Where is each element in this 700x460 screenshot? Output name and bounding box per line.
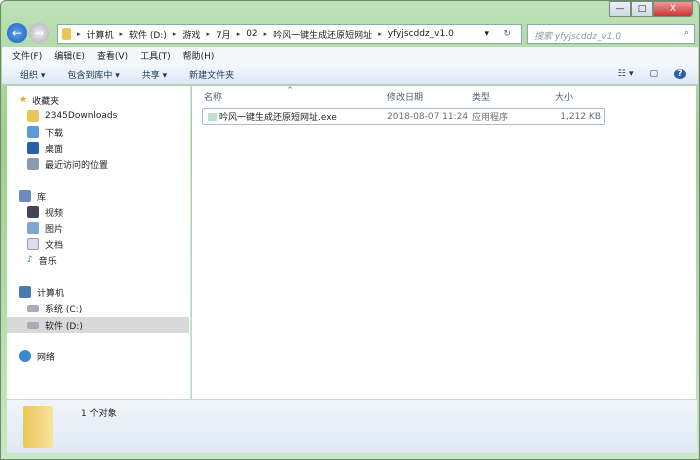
sidebar-item-desktop[interactable]: 桌面 [27,140,63,156]
refresh-icon[interactable]: ↻ [503,29,511,39]
music-icon: ♪ [27,255,33,265]
exe-icon [208,112,217,121]
library-icon [19,190,31,202]
sidebar-item-recent[interactable]: 最近访问的位置 [27,156,108,172]
column-header-name[interactable]: 名称 [204,90,222,103]
minimize-button[interactable]: — [609,1,631,17]
sidebar-computer[interactable]: 计算机 [19,284,64,300]
explorer-window: — □ X ← → ▸ 计算机 ▸ 软件 (D:) ▸ 游戏 ▸ 7月 ▸ 02 ▸ 吟风一… [0,0,700,460]
sidebar-item-pictures[interactable]: 图片 [27,220,63,236]
menu-help[interactable]: 帮助(H) [183,49,215,62]
search-icon[interactable]: ⌕ [684,28,689,38]
navigation-pane: ★ 收藏夹 2345Downloads 下载 桌面 最近访问的位置 库 视频 图片… [7,86,191,399]
sidebar-item-downloads[interactable]: 下载 [27,124,63,140]
folder-large-icon [23,406,53,448]
item-count: 1 个对象 [81,409,117,419]
breadcrumb-app[interactable]: 吟风一键生成还原短网址 [273,28,372,41]
file-date: 2018-08-07 11:24 [387,111,469,122]
breadcrumb-current[interactable]: yfyjscddz_v1.0 [388,29,454,39]
maximize-button[interactable]: □ [631,1,653,17]
file-list: 名称 ^ 修改日期 类型 大小 吟风一键生成还原短网址.exe 2018-08-… [192,86,696,399]
sidebar-item-2345downloads[interactable]: 2345Downloads [27,108,117,124]
menu-edit[interactable]: 编辑(E) [54,49,85,62]
desktop-icon [27,142,39,154]
star-icon: ★ [19,95,28,105]
close-button[interactable]: X [653,1,693,17]
organize-button[interactable]: 组织 ▾ [20,68,45,81]
menu-view[interactable]: 查看(V) [97,49,128,62]
drive-icon [27,321,39,329]
back-button[interactable]: ← [7,23,27,43]
column-header-size[interactable]: 大小 [555,90,573,103]
help-icon[interactable]: ? [674,69,686,79]
breadcrumb-computer[interactable]: 计算机 [87,28,114,41]
details-pane: 1 个对象 [7,399,697,453]
drive-icon [27,304,39,312]
sidebar-item-music[interactable]: ♪ 音乐 [27,252,57,268]
menu-bar: 文件(F) 编辑(E) 查看(V) 工具(T) 帮助(H) [2,47,698,64]
breadcrumb-games[interactable]: 游戏 [182,28,200,41]
file-name: 吟风一键生成还原短网址.exe [219,113,337,123]
preview-pane-icon[interactable]: ▢ [649,69,658,79]
share-button[interactable]: 共享 ▾ [142,68,167,81]
file-type: 应用程序 [472,113,509,123]
recent-places-icon [27,158,39,170]
address-dropdown[interactable]: ▾ [484,29,489,39]
breadcrumb-july[interactable]: 7月 [216,28,231,41]
folder-icon [27,110,39,122]
computer-icon [19,286,31,298]
breadcrumb-02[interactable]: 02 [246,29,257,39]
include-in-library-button[interactable]: 包含到库中 ▾ [67,68,119,81]
search-input[interactable]: 搜索 yfyjscddz_v1.0 ⌕ [527,24,695,44]
sidebar-libraries[interactable]: 库 [19,188,46,204]
menu-tools[interactable]: 工具(T) [140,49,171,62]
sidebar-item-drive-d[interactable]: 软件 (D:) [7,317,189,333]
sidebar-item-drive-c[interactable]: 系统 (C:) [27,300,82,316]
address-bar[interactable]: ▸ 计算机 ▸ 软件 (D:) ▸ 游戏 ▸ 7月 ▸ 02 ▸ 吟风一键生成还原短网址 ▸… [57,24,522,44]
network-icon [19,350,31,362]
menu-file[interactable]: 文件(F) [12,49,42,62]
sidebar-item-documents[interactable]: 文档 [27,236,63,252]
sidebar-network[interactable]: 网络 [19,348,55,364]
video-icon [27,206,39,218]
column-header-date[interactable]: 修改日期 [387,90,423,103]
picture-icon [27,222,39,234]
folder-icon [62,28,71,40]
file-row[interactable]: 吟风一键生成还原短网址.exe 2018-08-07 11:24 应用程序 1,… [202,108,605,125]
new-folder-button[interactable]: 新建文件夹 [189,68,234,81]
toolbar: 组织 ▾ 包含到库中 ▾ 共享 ▾ 新建文件夹 ☷ ▾ ▢ ? [2,64,698,85]
file-size: 1,212 KB [560,111,601,122]
search-placeholder: 搜索 yfyjscddz_v1.0 [534,32,622,42]
download-folder-icon [27,126,39,138]
sidebar-favorites[interactable]: ★ 收藏夹 [19,92,59,108]
sort-indicator-icon: ^ [287,86,293,94]
column-header-type[interactable]: 类型 [472,90,490,103]
document-icon [27,238,39,250]
sidebar-item-videos[interactable]: 视频 [27,204,63,220]
view-options-icon[interactable]: ☷ ▾ [618,69,634,79]
breadcrumb-drive-d[interactable]: 软件 (D:) [129,28,167,41]
forward-button[interactable]: → [29,23,49,43]
